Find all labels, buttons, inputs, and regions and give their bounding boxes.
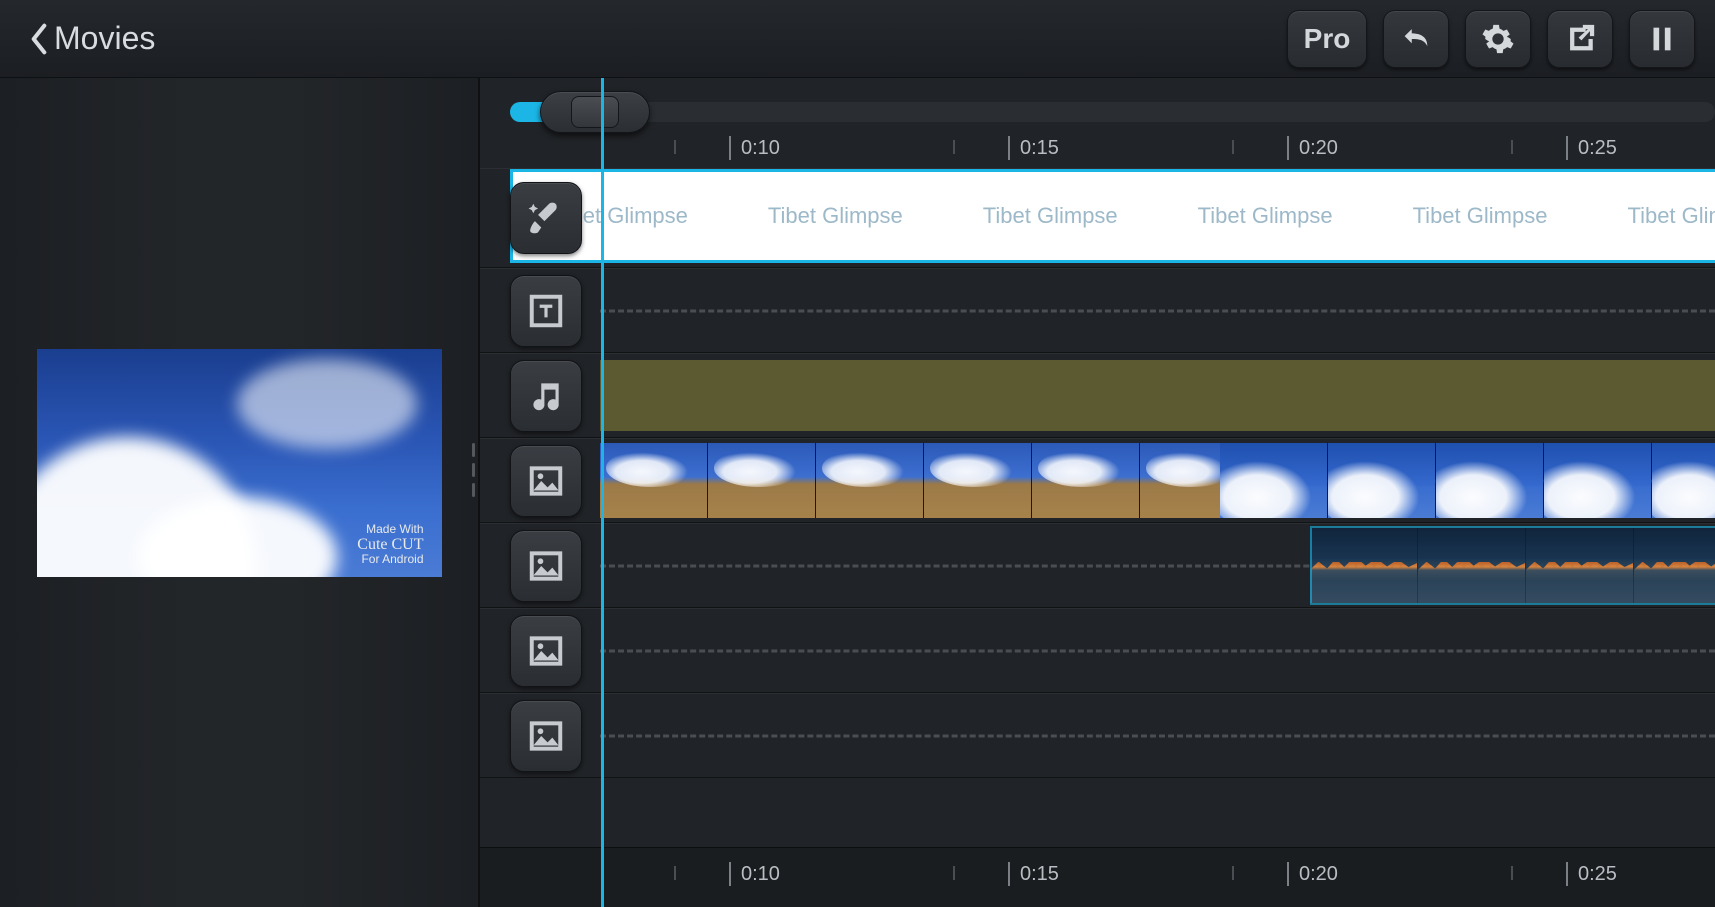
empty-track-indicator — [600, 734, 1715, 737]
theme-title-text: Tibet Glimpse — [728, 203, 943, 229]
video-track-2-lane[interactable] — [600, 524, 1715, 607]
zoom-scrubber-track[interactable] — [510, 102, 1715, 122]
text-track-button[interactable] — [510, 275, 582, 347]
clip-thumbnail — [1652, 443, 1715, 518]
text-track-lane[interactable] — [600, 269, 1715, 352]
theme-title-text: Tibet Glimpse — [943, 203, 1158, 229]
ruler-mark: 0:10 — [729, 136, 780, 160]
pause-button[interactable] — [1629, 10, 1695, 68]
clip-thumbnail — [708, 443, 816, 518]
theme-track-button[interactable] — [510, 182, 582, 254]
undo-icon — [1399, 22, 1433, 56]
clip-thumbnail — [1634, 528, 1715, 603]
clip-thumbnail — [1418, 528, 1526, 603]
timeline-panel: 0:100:150:200:25 Tibet GlimpseTibet Glim… — [480, 78, 1715, 907]
clip-thumbnail — [1220, 443, 1328, 518]
ruler-mark: 0:25 — [1566, 862, 1617, 886]
image-icon — [527, 717, 565, 755]
pause-icon — [1645, 22, 1679, 56]
clip-thumbnail — [1526, 528, 1634, 603]
music-note-icon — [527, 377, 565, 415]
video-track-2 — [480, 523, 1715, 608]
ruler-mark: 0:20 — [1287, 136, 1338, 160]
video-clip-2[interactable] — [1310, 528, 1715, 603]
panel-resize-handle[interactable] — [464, 440, 482, 500]
clip-thumbnail — [1032, 443, 1140, 518]
pro-label: Pro — [1304, 23, 1351, 55]
preview-cloud — [237, 359, 417, 449]
video-track-4 — [480, 693, 1715, 778]
preview-panel: Made With Cute CUT For Android — [0, 78, 480, 907]
ruler-mark: 0:15 — [1008, 862, 1059, 886]
undo-button[interactable] — [1383, 10, 1449, 68]
watermark-suffix: For Android — [361, 552, 423, 566]
toolbar-actions: Pro — [1287, 10, 1695, 68]
video-track-3-button[interactable] — [510, 615, 582, 687]
music-clip[interactable] — [600, 360, 1715, 431]
theme-track: Tibet GlimpseTibet GlimpseTibet GlimpseT… — [480, 168, 1715, 268]
preview-watermark: Made With Cute CUT For Android — [357, 523, 423, 567]
clip-thumbnail — [924, 443, 1032, 518]
video-editor-app: Movies Pro — [0, 0, 1715, 907]
watermark-prefix: Made With — [366, 522, 423, 536]
ruler-mark: 0:20 — [1287, 862, 1338, 886]
ruler-mark: 0:10 — [729, 862, 780, 886]
brush-icon — [527, 199, 565, 237]
video-track-3-lane[interactable] — [600, 609, 1715, 692]
gear-icon — [1481, 22, 1515, 56]
clip-thumbnail — [1328, 443, 1436, 518]
video-clip-1a[interactable] — [600, 443, 1248, 518]
ruler-mark: 0:15 — [1008, 136, 1059, 160]
time-ruler-bottom[interactable]: 0:10 0:15 0:20 0:25 — [510, 862, 1715, 894]
theme-clip[interactable]: Tibet GlimpseTibet GlimpseTibet GlimpseT… — [510, 169, 1715, 263]
share-button[interactable] — [1547, 10, 1613, 68]
scrubber-knob — [571, 96, 619, 128]
empty-track-indicator — [600, 649, 1715, 652]
top-toolbar: Movies Pro — [0, 0, 1715, 78]
clip-thumbnail — [600, 443, 708, 518]
bottom-ruler-strip: 0:10 0:15 0:20 0:25 — [480, 847, 1715, 907]
chevron-left-icon — [30, 23, 48, 55]
music-track-button[interactable] — [510, 360, 582, 432]
theme-title-text: Tibet Glimpse — [1373, 203, 1588, 229]
ruler-mark: 0:25 — [1566, 136, 1617, 160]
video-track-1 — [480, 438, 1715, 523]
video-track-4-lane[interactable] — [600, 694, 1715, 777]
image-icon — [527, 547, 565, 585]
pro-upgrade-button[interactable]: Pro — [1287, 10, 1367, 68]
timeline-header: 0:10 0:15 0:20 0:25 — [480, 78, 1715, 168]
video-track-1-button[interactable] — [510, 445, 582, 517]
share-icon — [1563, 22, 1597, 56]
empty-track-indicator — [600, 309, 1715, 312]
timeline-tracks: Tibet GlimpseTibet GlimpseTibet GlimpseT… — [480, 168, 1715, 847]
video-track-2-button[interactable] — [510, 530, 582, 602]
video-clip-1b[interactable] — [1220, 443, 1715, 518]
back-to-movies-button[interactable]: Movies — [30, 20, 155, 57]
settings-button[interactable] — [1465, 10, 1531, 68]
image-icon — [527, 632, 565, 670]
clip-thumbnail — [1310, 528, 1418, 603]
theme-title-text: Tibet Glimpse — [1158, 203, 1373, 229]
theme-title-text: Tibet Glimpse — [1587, 203, 1715, 229]
time-ruler-top[interactable]: 0:10 0:15 0:20 0:25 — [510, 136, 1715, 168]
preview-frame[interactable]: Made With Cute CUT For Android — [37, 349, 442, 577]
video-track-3 — [480, 608, 1715, 693]
music-track — [480, 353, 1715, 438]
clip-thumbnail — [816, 443, 924, 518]
back-label: Movies — [54, 20, 155, 57]
clip-thumbnail — [1544, 443, 1652, 518]
text-icon — [527, 292, 565, 330]
text-track — [480, 268, 1715, 353]
video-track-1-lane[interactable] — [600, 439, 1715, 522]
watermark-logo: Cute CUT — [357, 536, 423, 554]
video-track-4-button[interactable] — [510, 700, 582, 772]
clip-thumbnail — [1436, 443, 1544, 518]
image-icon — [527, 462, 565, 500]
zoom-scrubber-handle[interactable] — [540, 91, 650, 133]
